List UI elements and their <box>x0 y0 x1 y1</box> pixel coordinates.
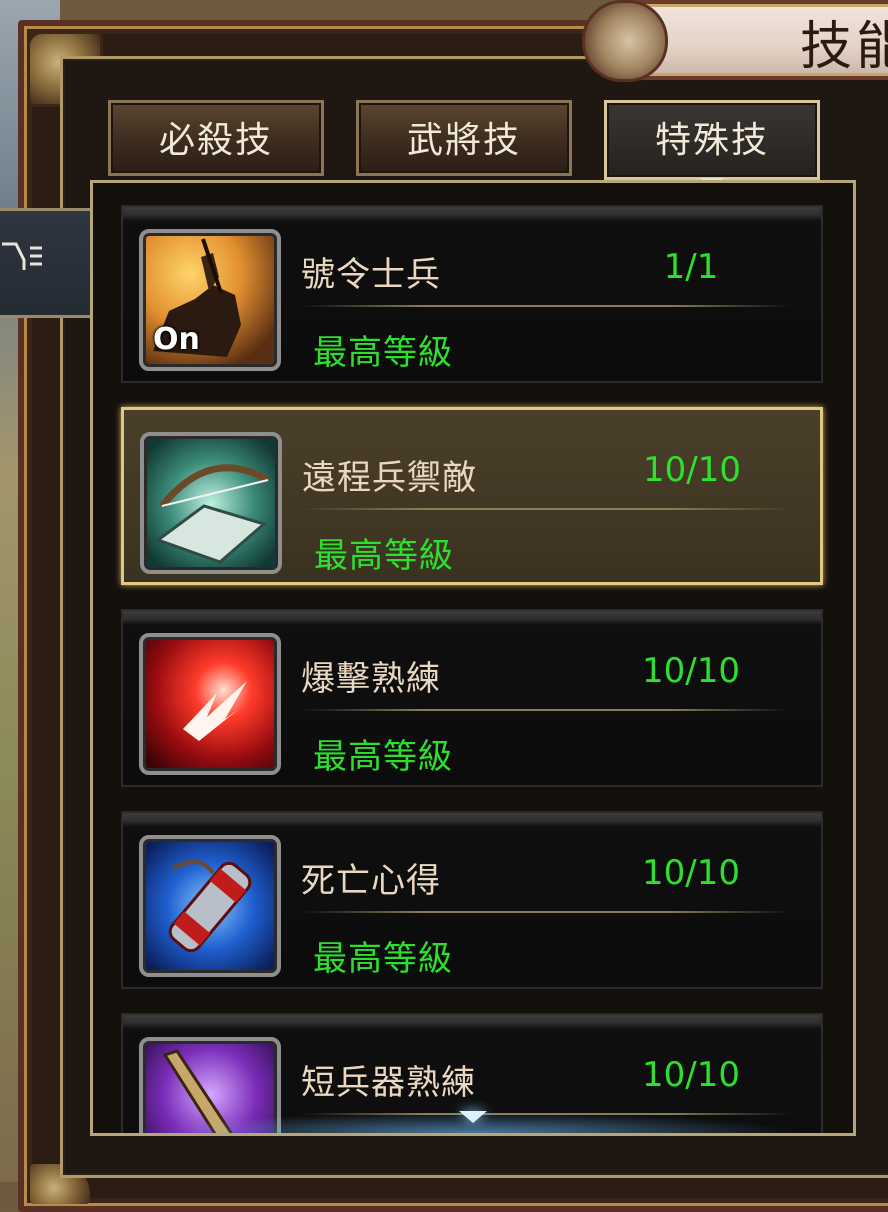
window-title: 技能 <box>800 17 888 77</box>
row-divider <box>302 508 792 510</box>
skill-row[interactable]: 爆擊熟練 10/10 最高等級 <box>121 609 823 787</box>
skill-status: 最高等級 <box>314 536 454 576</box>
tab-special-kill[interactable]: 必殺技 <box>108 100 324 176</box>
skill-level: 10/10 <box>642 853 740 893</box>
critical-strike-icon <box>139 633 281 775</box>
skill-status: 最高等級 <box>313 333 453 373</box>
skill-name: 死亡心得 <box>301 861 441 901</box>
skill-name: 爆擊熟練 <box>301 659 441 699</box>
bow-book-icon <box>140 432 282 574</box>
skill-name: 號令士兵 <box>301 255 441 295</box>
row-divider <box>301 305 791 307</box>
skill-level: 1/1 <box>663 247 719 287</box>
row-divider <box>301 911 791 913</box>
title-ornament <box>582 0 668 82</box>
skill-row[interactable]: On 號令士兵 1/1 最高等級 <box>121 205 823 383</box>
skill-name: 短兵器熟練 <box>301 1063 476 1103</box>
skill-status: 最高等級 <box>313 939 453 979</box>
skill-name: 遠程兵禦敵 <box>302 458 477 498</box>
skill-level: 10/10 <box>642 651 740 691</box>
skill-level: 10/10 <box>643 450 741 490</box>
skill-row-selected[interactable]: 遠程兵禦敵 10/10 最高等級 <box>121 407 823 585</box>
scroll-icon <box>139 835 281 977</box>
skill-row[interactable]: 死亡心得 10/10 最高等級 <box>121 811 823 989</box>
skill-list[interactable]: On 號令士兵 1/1 最高等級 遠程兵禦敵 10/10 最高等級 爆擊熟練 1… <box>90 180 856 1136</box>
mounted-commander-icon: On <box>139 229 281 371</box>
scroll-down-icon[interactable] <box>459 1111 487 1123</box>
row-divider <box>301 709 791 711</box>
tab-general-skill[interactable]: 武將技 <box>356 100 572 176</box>
tab-special-skill[interactable]: 特殊技 <box>604 100 820 180</box>
filter-icon[interactable] <box>0 236 44 282</box>
on-badge: On <box>153 322 200 357</box>
skill-status: 最高等級 <box>313 737 453 777</box>
skill-level: 10/10 <box>642 1055 740 1095</box>
